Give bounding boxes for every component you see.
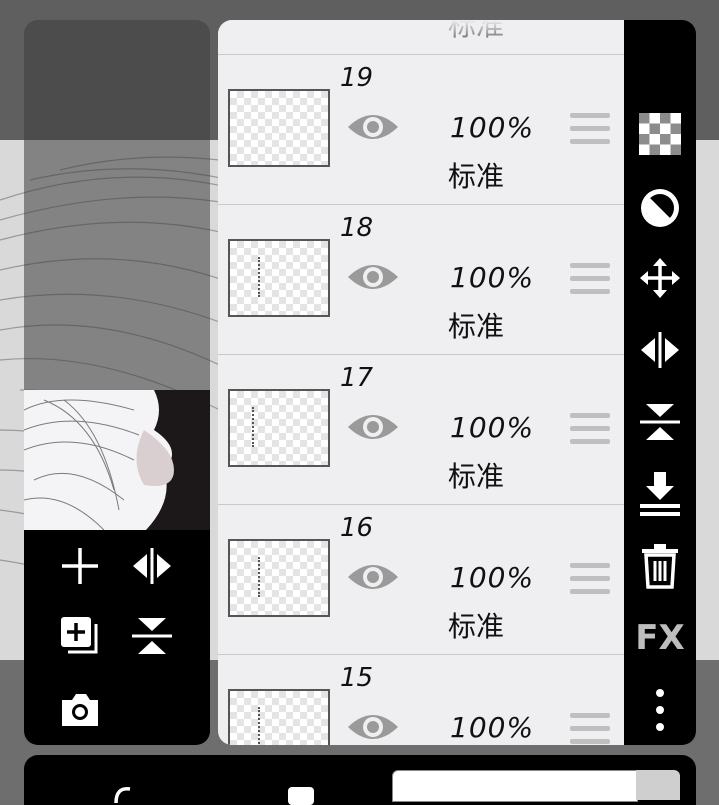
flip-horizontal-icon[interactable] [128,542,176,590]
layer-thumbnail[interactable] [228,389,330,467]
eye-icon[interactable] [346,107,400,147]
layer-thumbnail[interactable] [228,239,330,317]
layer-list: 标准 19 100% 标准 18 100% 标准 17 100% 标准 16 1… [218,20,624,745]
layer-number: 15 [340,663,374,693]
layer-opacity[interactable]: 100% [450,561,534,594]
layer-number: 16 [340,513,374,543]
left-dim-area [24,20,210,390]
layer-opacity[interactable]: 100% [450,711,534,744]
right-toolbar: FX [624,20,696,745]
layer-blend-mode[interactable]: 标准 [448,305,504,345]
flip-vertical-icon[interactable] [634,396,686,448]
layer-number: 19 [340,63,374,93]
layer-row-19[interactable]: 19 100% 标准 [218,54,624,204]
more-icon[interactable] [634,684,686,736]
clipping-icon[interactable] [634,182,686,234]
fade-overlay [218,20,624,54]
layer-thumbnail[interactable] [228,539,330,617]
layer-blend-mode[interactable]: 标准 [448,155,504,195]
clip-icon[interactable] [110,785,138,805]
eye-icon[interactable] [346,557,400,597]
camera-icon[interactable] [56,686,104,734]
blend-mode-select[interactable] [392,770,638,802]
fx-icon[interactable]: FX [634,612,686,664]
add-layer-icon[interactable] [56,542,104,590]
drag-handle-icon[interactable] [570,563,610,597]
add-folder-icon[interactable] [56,612,104,660]
eye-icon[interactable] [346,257,400,297]
thumbnail-stroke [252,407,256,447]
flip-horizontal-icon[interactable] [634,324,686,376]
layer-row-partial[interactable]: 标准 [218,20,624,54]
drag-handle-icon[interactable] [570,413,610,447]
left-toolbar [24,530,210,745]
layer-thumbnail[interactable] [228,689,330,745]
layer-blend-mode[interactable]: 标准 [448,605,504,645]
thumbnail-stroke [258,557,262,597]
trash-icon[interactable] [634,540,686,592]
eye-icon[interactable] [346,707,400,745]
layer-thumbnail[interactable] [228,89,330,167]
layer-row-15[interactable]: 15 100% [218,654,624,745]
drag-handle-icon[interactable] [570,713,610,745]
layer-blend-mode[interactable]: 标准 [448,455,504,495]
layer-row-17[interactable]: 17 100% 标准 [218,354,624,504]
eye-icon[interactable] [346,407,400,447]
thumbnail-stroke [258,707,262,745]
layer-row-16[interactable]: 16 100% 标准 [218,504,624,654]
layer-opacity[interactable]: 100% [450,411,534,444]
layer-opacity[interactable]: 100% [450,261,534,294]
flip-vertical-icon[interactable] [128,612,176,660]
merge-down-icon[interactable] [634,468,686,520]
thumbnail-stroke [258,257,262,297]
layer-number: 18 [340,213,374,243]
layer-number: 17 [340,363,374,393]
lock-icon[interactable] [282,783,322,805]
move-icon[interactable] [634,252,686,304]
preview-image [24,390,210,530]
drag-handle-icon[interactable] [570,263,610,297]
drag-handle-icon[interactable] [570,113,610,147]
layer-opacity[interactable]: 100% [450,111,534,144]
canvas-preview[interactable] [24,390,210,530]
left-panel [24,20,210,745]
transparency-icon[interactable] [634,108,686,160]
layer-row-18[interactable]: 18 100% 标准 [218,204,624,354]
